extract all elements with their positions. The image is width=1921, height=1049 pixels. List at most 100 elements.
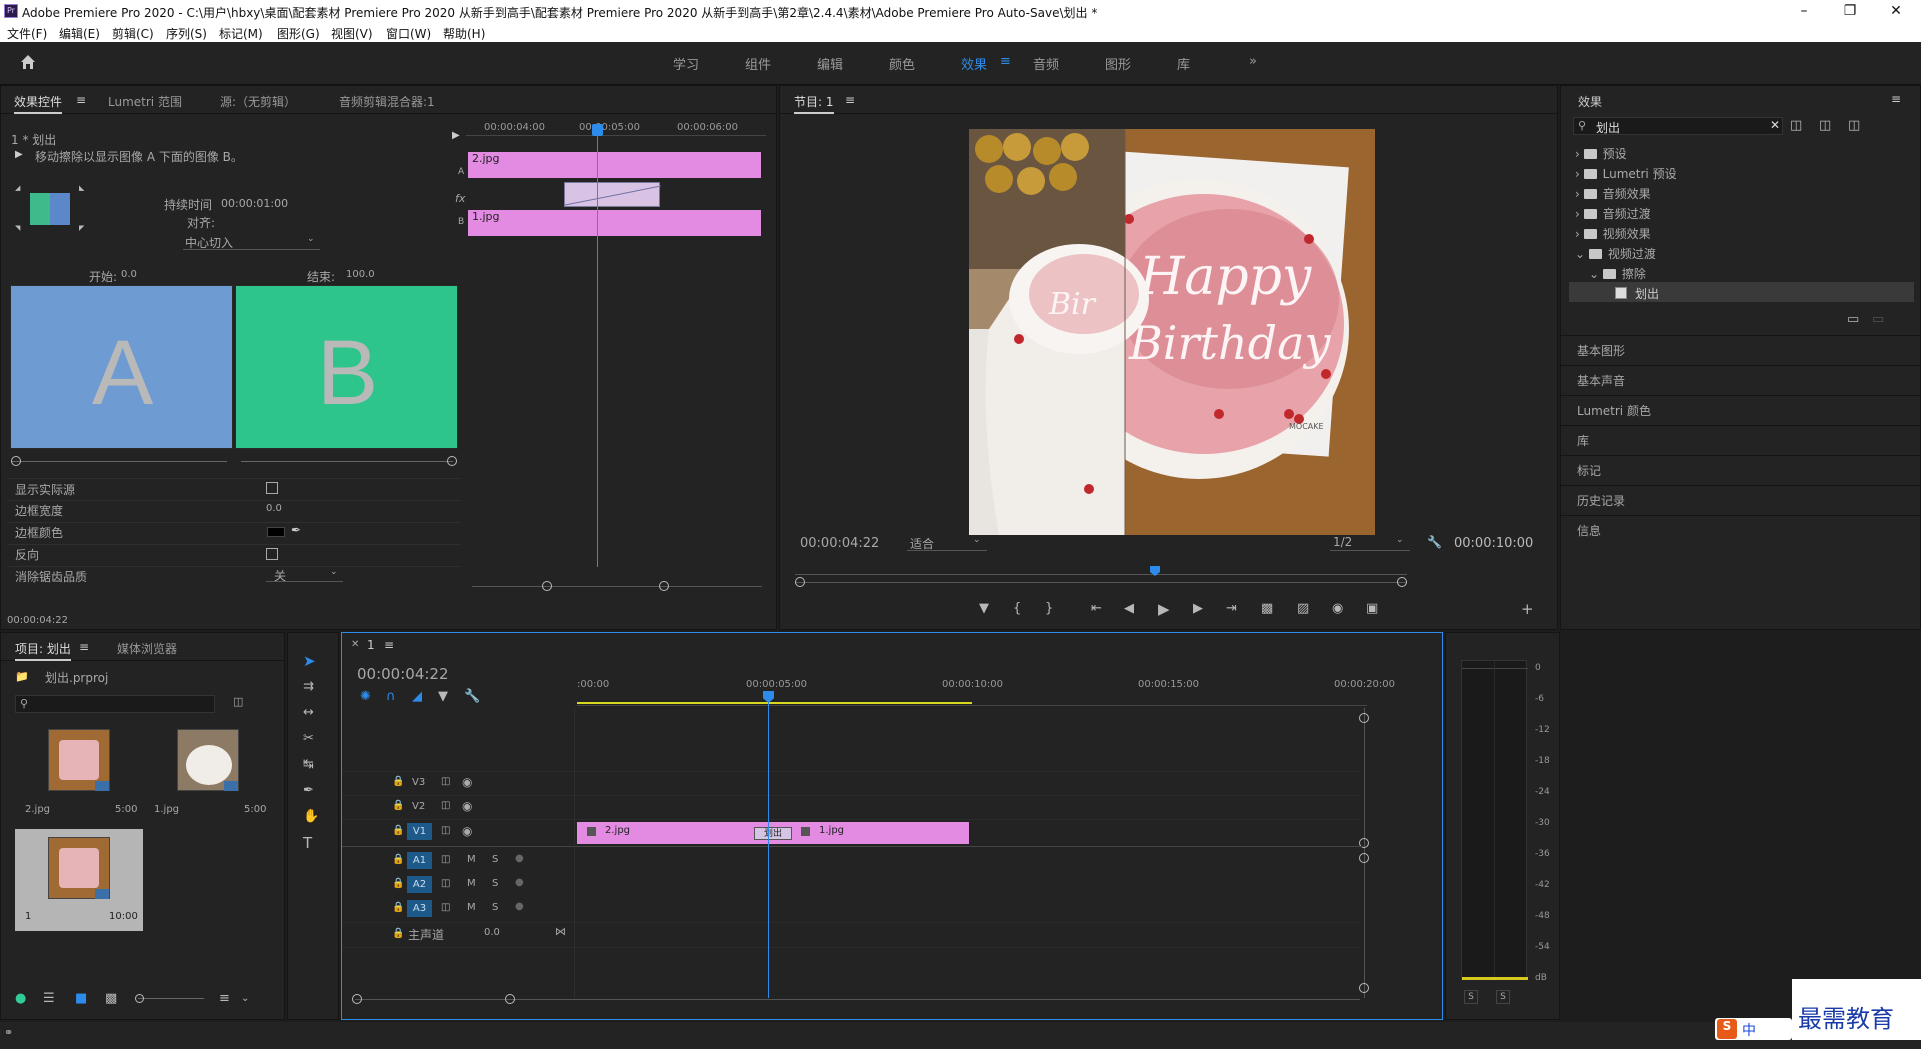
section-lumetri-color[interactable]: Lumetri 颜色 (1577, 402, 1651, 419)
lock-icon[interactable]: 🔒 (392, 878, 404, 889)
timeline-zoom-handle-left[interactable] (352, 994, 362, 1004)
workspace-menu-icon[interactable]: ≡ (1000, 54, 1011, 69)
mark-in-icon[interactable]: { (1013, 601, 1021, 617)
mini-zoom-bar[interactable] (472, 586, 762, 587)
program-timecode[interactable]: 00:00:04:22 (800, 536, 879, 551)
workspace-effects[interactable]: 效果 (961, 54, 987, 73)
program-zoom-bar[interactable] (795, 582, 1407, 583)
workspace-color[interactable]: 颜色 (889, 54, 915, 73)
menu-sequence[interactable]: 序列(S) (166, 25, 207, 42)
selection-tool-icon[interactable]: ➤ (303, 653, 316, 669)
list-view-icon[interactable]: ☰ (43, 991, 55, 1007)
workspace-audio[interactable]: 音频 (1033, 54, 1059, 73)
eye-icon[interactable]: ◉ (462, 775, 472, 789)
tab-project[interactable]: 项目: 划出 (15, 640, 71, 661)
step-back-icon[interactable]: ◀ (1124, 601, 1134, 617)
clear-search-icon[interactable]: ✕ (1770, 118, 1780, 132)
menu-marker[interactable]: 标记(M) (219, 25, 263, 42)
go-to-in-icon[interactable]: ⇤ (1091, 601, 1102, 617)
start-value[interactable]: 0.0 (121, 269, 137, 280)
export-frame-icon[interactable]: ◉ (1332, 601, 1343, 617)
pen-tool-icon[interactable]: ✒ (303, 783, 314, 799)
eye-icon[interactable]: ◉ (462, 799, 472, 813)
menu-help[interactable]: 帮助(H) (443, 25, 485, 42)
close-icon[interactable]: ✕ (1873, 0, 1919, 22)
slip-tool-icon[interactable]: ↹ (303, 757, 314, 773)
tab-source[interactable]: 源:（无剪辑） (220, 93, 296, 110)
step-forward-icon[interactable]: ▶ (1193, 601, 1203, 617)
accelerated-effects-icon[interactable]: ◫ (1790, 118, 1802, 134)
button-editor-add-icon[interactable]: + (1521, 601, 1534, 617)
play-preview-icon[interactable]: ▶ (15, 149, 23, 160)
trash-icon[interactable]: ▭ (1872, 312, 1884, 328)
show-actual-source-checkbox[interactable] (266, 482, 278, 494)
effects-search-input[interactable]: ⚲ 划出 ✕ (1573, 117, 1783, 135)
panel-menu-icon[interactable]: ≡ (384, 638, 394, 652)
timeline-zoom-handle-right[interactable] (505, 994, 515, 1004)
mini-zoom-handle-right[interactable] (659, 581, 669, 591)
maximize-icon[interactable]: ❐ (1827, 0, 1873, 22)
add-marker-icon[interactable]: ▼ (979, 601, 989, 617)
tab-effect-controls[interactable]: 效果控件 (14, 93, 63, 114)
tab-audio-clip-mixer[interactable]: 音频剪辑混合器:1 (339, 93, 435, 110)
sync-lock-icon[interactable]: ◫ (441, 854, 450, 865)
effects-tree-wipe-out[interactable]: 划出 (1615, 285, 1659, 302)
track-target-a1[interactable]: A1 (407, 852, 432, 869)
tab-program[interactable]: 节目: 1 (794, 93, 834, 114)
type-tool-icon[interactable]: T (303, 835, 312, 851)
effects-tree-lumetri[interactable]: › Lumetri 预设 (1575, 165, 1677, 182)
mini-zoom-handle-left[interactable] (542, 581, 552, 591)
solo-button[interactable]: S (492, 902, 498, 913)
mute-button[interactable]: M (467, 878, 476, 889)
lock-icon[interactable]: 🔒 (392, 800, 404, 811)
section-essential-graphics[interactable]: 基本图形 (1577, 342, 1625, 359)
eye-icon[interactable]: ◉ (462, 824, 472, 838)
microphone-icon[interactable]: ● (515, 877, 524, 888)
workspace-editing[interactable]: 编辑 (817, 54, 843, 73)
sync-lock-icon[interactable]: ◫ (441, 902, 450, 913)
nest-icon[interactable]: ✺ (360, 689, 371, 705)
eyedropper-icon[interactable]: ✒ (291, 523, 301, 537)
track-select-tool-icon[interactable]: ⇉ (303, 679, 314, 695)
icon-view-icon[interactable]: ■ (75, 991, 87, 1007)
menu-window[interactable]: 窗口(W) (386, 25, 431, 42)
mini-playhead[interactable] (597, 127, 598, 567)
effects-tree-audio-effects[interactable]: › 音频效果 (1575, 185, 1651, 202)
effects-tree-audio-transitions[interactable]: › 音频过渡 (1575, 205, 1651, 222)
vscroll-handle[interactable] (1359, 983, 1369, 993)
effect-controls-timecode[interactable]: 00:00:04:22 (7, 615, 68, 626)
menu-clip[interactable]: 剪辑(C) (112, 25, 154, 42)
lock-icon[interactable]: 🔒 (392, 854, 404, 865)
end-slider[interactable] (241, 461, 453, 462)
anti-aliasing-dropdown[interactable]: 关 ⌄ (266, 567, 343, 583)
track-target-a2[interactable]: A2 (407, 876, 432, 893)
border-width-value[interactable]: 0.0 (266, 503, 282, 514)
wrench-icon[interactable]: 🔧 (1427, 535, 1442, 549)
mini-clip-a[interactable]: 2.jpg (468, 152, 761, 178)
track-target-v1[interactable]: V1 (407, 823, 432, 840)
go-to-end-icon[interactable]: ⋈ (555, 925, 566, 938)
vscroll-handle[interactable] (1359, 713, 1369, 723)
effects-tree-video-effects[interactable]: › 视频效果 (1575, 225, 1651, 242)
menu-edit[interactable]: 编辑(E) (59, 25, 100, 42)
border-color-swatch[interactable] (267, 527, 285, 537)
play-icon[interactable]: ▶ (1158, 601, 1170, 617)
microphone-icon[interactable]: ● (515, 901, 524, 912)
start-slider-handle[interactable] (11, 456, 21, 466)
comparison-view-icon[interactable]: ▣ (1366, 601, 1378, 617)
lift-icon[interactable]: ▩ (1261, 601, 1273, 617)
project-search-input[interactable]: ⚲ (15, 695, 215, 713)
workspace-learn[interactable]: 学习 (673, 54, 699, 73)
freeform-view-icon[interactable]: ▩ (105, 991, 117, 1007)
snap-icon[interactable]: ∩ (386, 689, 396, 705)
solo-button[interactable]: S (492, 878, 498, 889)
thumbnail-size-handle[interactable] (135, 994, 144, 1003)
mark-out-icon[interactable]: } (1045, 601, 1053, 617)
home-icon[interactable] (18, 52, 38, 72)
new-bin-from-search-icon[interactable]: ◫ (233, 695, 243, 708)
tab-sequence[interactable]: 1 (367, 638, 375, 652)
hand-tool-icon[interactable]: ✋ (303, 809, 319, 825)
menu-graphics[interactable]: 图形(G) (277, 25, 320, 42)
master-volume-value[interactable]: 0.0 (484, 927, 500, 938)
program-zoom-handle-left[interactable] (795, 577, 805, 587)
